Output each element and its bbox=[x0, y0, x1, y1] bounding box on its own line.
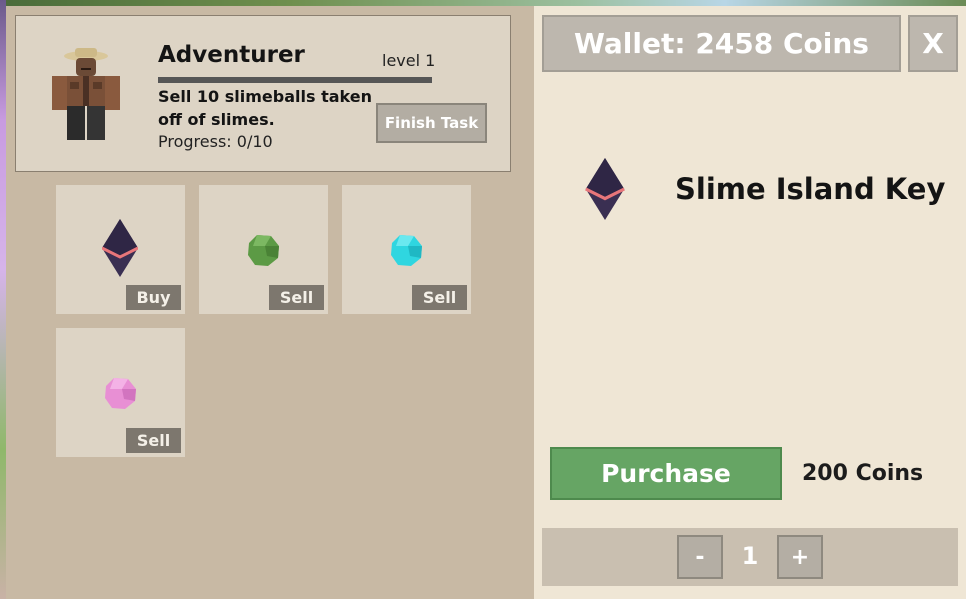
cyan-slimeball-icon bbox=[391, 235, 422, 266]
quest-card: Adventurer level 1 Sell 10 slimeballs ta… bbox=[15, 15, 511, 172]
decrement-button[interactable]: - bbox=[677, 535, 723, 579]
item-slot-key[interactable]: Buy bbox=[56, 185, 185, 314]
inventory-panel: Adventurer level 1 Sell 10 slimeballs ta… bbox=[6, 6, 534, 599]
quest-progress-bar bbox=[158, 77, 432, 83]
buy-button[interactable]: Buy bbox=[126, 285, 181, 310]
selected-item-name: Slime Island Key bbox=[675, 172, 946, 206]
pink-slimeball-icon bbox=[105, 378, 136, 409]
wallet-display: Wallet: 2458 Coins bbox=[542, 15, 901, 72]
npc-name: Adventurer bbox=[158, 42, 305, 68]
quantity-stepper: - 1 + bbox=[542, 528, 958, 586]
sell-button[interactable]: Sell bbox=[269, 285, 324, 310]
close-button[interactable]: X bbox=[908, 15, 958, 72]
sell-button[interactable]: Sell bbox=[412, 285, 467, 310]
green-slimeball-icon bbox=[248, 235, 279, 266]
quest-description: Sell 10 slimeballs taken off of slimes. bbox=[158, 87, 372, 129]
key-gem-icon bbox=[102, 219, 138, 277]
sell-button[interactable]: Sell bbox=[126, 428, 181, 453]
npc-level: level 1 bbox=[382, 51, 436, 70]
purchase-button[interactable]: Purchase bbox=[550, 447, 782, 500]
finish-task-button[interactable]: Finish Task bbox=[376, 103, 487, 143]
item-slot-cyan-slimeball[interactable]: Sell bbox=[342, 185, 471, 314]
increment-button[interactable]: + bbox=[777, 535, 823, 579]
quest-progress-text: Progress: 0/10 bbox=[158, 132, 273, 151]
item-slot-pink-slimeball[interactable]: Sell bbox=[56, 328, 185, 457]
quantity-value: 1 bbox=[741, 542, 759, 570]
shop-panel: Wallet: 2458 Coins X Slime Island Key Pu… bbox=[534, 6, 966, 599]
item-price: 200 Coins bbox=[802, 461, 924, 486]
item-slot-green-slimeball[interactable]: Sell bbox=[199, 185, 328, 314]
adventurer-avatar bbox=[52, 48, 120, 140]
key-gem-icon bbox=[585, 158, 625, 220]
